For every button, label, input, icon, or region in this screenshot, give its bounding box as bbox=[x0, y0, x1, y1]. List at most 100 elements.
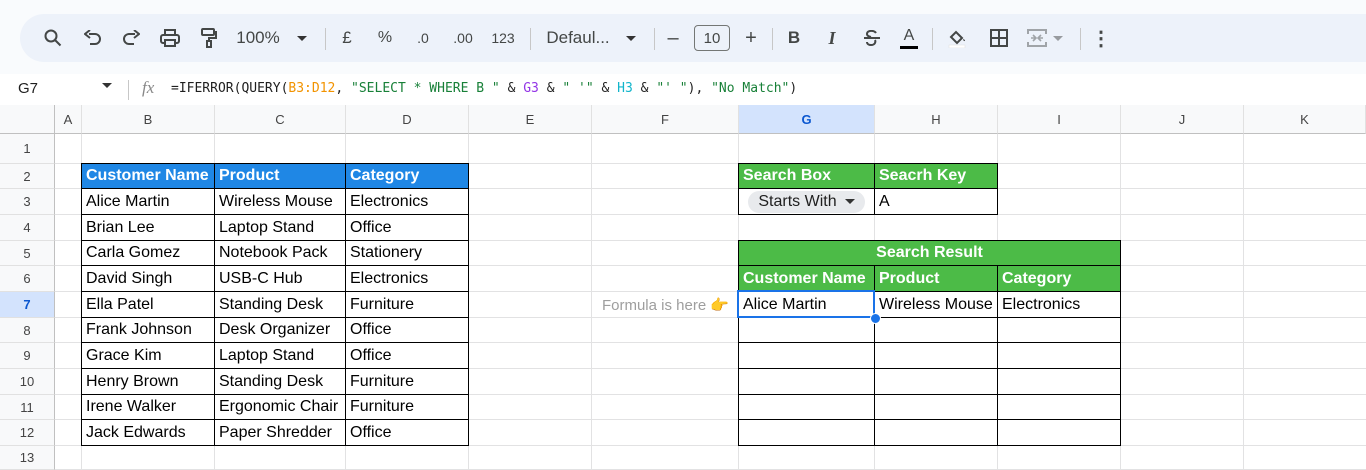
table-cell[interactable]: Office bbox=[345, 214, 469, 241]
column-header[interactable]: G bbox=[739, 105, 875, 134]
table-cell[interactable]: Jack Edwards bbox=[81, 419, 215, 446]
result-cell[interactable] bbox=[874, 394, 998, 420]
result-cell[interactable] bbox=[874, 419, 998, 446]
column-header[interactable]: F bbox=[592, 105, 739, 134]
zoom-dropdown-icon[interactable] bbox=[290, 14, 314, 62]
search-key-header[interactable]: Seacrh Key bbox=[874, 163, 998, 189]
search-key-cell[interactable]: A bbox=[874, 188, 998, 215]
result-cell[interactable]: Wireless Mouse bbox=[874, 291, 998, 318]
result-cell[interactable] bbox=[997, 368, 1121, 395]
result-cell[interactable] bbox=[997, 394, 1121, 420]
table-cell[interactable]: Office bbox=[345, 419, 469, 446]
table-cell[interactable]: Irene Walker bbox=[81, 394, 215, 420]
fill-handle[interactable] bbox=[870, 313, 881, 324]
fill-color-icon[interactable] bbox=[944, 14, 970, 62]
name-box[interactable]: G7 bbox=[18, 80, 38, 97]
column-header[interactable]: H bbox=[875, 105, 998, 134]
search-mode-dropdown[interactable]: Starts With bbox=[748, 190, 865, 213]
italic-button[interactable]: I bbox=[820, 14, 844, 62]
result-header-cell[interactable]: Product bbox=[874, 265, 998, 292]
table-cell[interactable]: Laptop Stand bbox=[214, 214, 346, 241]
row-header[interactable]: 3 bbox=[0, 189, 55, 215]
text-color-button[interactable]: A bbox=[896, 14, 922, 62]
row-header[interactable]: 8 bbox=[0, 318, 55, 343]
print-icon[interactable] bbox=[156, 14, 184, 62]
result-header-cell[interactable]: Category bbox=[997, 265, 1121, 292]
increase-font-size-button[interactable]: + bbox=[740, 14, 762, 62]
row-header[interactable]: 1 bbox=[0, 134, 55, 164]
more-formats-button[interactable]: 123 bbox=[488, 14, 518, 62]
table-cell[interactable]: USB-C Hub bbox=[214, 265, 346, 292]
row-header[interactable]: 13 bbox=[0, 446, 55, 470]
column-header[interactable]: I bbox=[998, 105, 1121, 134]
undo-icon[interactable] bbox=[80, 14, 106, 62]
column-header[interactable]: E bbox=[469, 105, 592, 134]
table-cell[interactable]: David Singh bbox=[81, 265, 215, 292]
table-cell[interactable]: Electronics bbox=[345, 188, 469, 215]
row-header[interactable]: 7 bbox=[0, 292, 55, 318]
row-header[interactable]: 10 bbox=[0, 369, 55, 395]
spreadsheet-grid[interactable]: A B C D E F G H I J K 1 2 3 4 5 6 7 8 9 10 11 12 13 Customer Nam… bbox=[0, 105, 1366, 470]
select-all-corner[interactable] bbox=[0, 105, 55, 134]
currency-format-button[interactable]: £ bbox=[336, 14, 358, 62]
decrease-decimal-button[interactable]: .0 bbox=[410, 14, 436, 62]
result-cell[interactable] bbox=[738, 394, 875, 420]
column-header[interactable]: J bbox=[1121, 105, 1244, 134]
result-cell[interactable] bbox=[738, 368, 875, 395]
row-header[interactable]: 5 bbox=[0, 241, 55, 266]
font-dropdown-icon[interactable] bbox=[620, 14, 642, 62]
row-header[interactable]: 6 bbox=[0, 266, 55, 292]
table-header-cell[interactable]: Product bbox=[214, 163, 346, 189]
table-cell[interactable]: Standing Desk bbox=[214, 368, 346, 395]
strikethrough-icon[interactable] bbox=[860, 14, 884, 62]
result-header-cell[interactable]: Customer Name bbox=[738, 265, 875, 292]
table-header-cell[interactable]: Category bbox=[345, 163, 469, 189]
search-result-title[interactable]: Search Result bbox=[738, 240, 1121, 266]
table-cell[interactable]: Office bbox=[345, 342, 469, 369]
result-cell[interactable] bbox=[874, 368, 998, 395]
table-cell[interactable]: Office bbox=[345, 317, 469, 343]
result-cell[interactable] bbox=[738, 342, 875, 369]
row-header[interactable]: 2 bbox=[0, 164, 55, 189]
row-header[interactable]: 9 bbox=[0, 343, 55, 369]
table-cell[interactable]: Grace Kim bbox=[81, 342, 215, 369]
bold-button[interactable]: B bbox=[782, 14, 806, 62]
table-cell[interactable]: Alice Martin bbox=[81, 188, 215, 215]
search-mode-cell[interactable]: Starts With bbox=[738, 188, 875, 215]
row-header[interactable]: 4 bbox=[0, 215, 55, 241]
decrease-font-size-button[interactable]: – bbox=[662, 14, 684, 62]
result-cell[interactable] bbox=[738, 317, 875, 343]
table-cell[interactable]: Frank Johnson bbox=[81, 317, 215, 343]
table-cell[interactable]: Furniture bbox=[345, 394, 469, 420]
table-cell[interactable]: Carla Gomez bbox=[81, 240, 215, 266]
more-options-icon[interactable]: ⋮ bbox=[1090, 14, 1112, 62]
result-cell[interactable] bbox=[997, 419, 1121, 446]
font-family-select[interactable]: Defaul... bbox=[540, 14, 616, 62]
search-box-header[interactable]: Search Box bbox=[738, 163, 875, 189]
result-cell[interactable] bbox=[874, 317, 998, 343]
table-cell[interactable]: Brian Lee bbox=[81, 214, 215, 241]
result-cell[interactable] bbox=[874, 342, 998, 369]
borders-icon[interactable] bbox=[986, 14, 1012, 62]
table-cell[interactable]: Ella Patel bbox=[81, 291, 215, 318]
result-cell[interactable] bbox=[997, 317, 1121, 343]
column-header[interactable]: C bbox=[215, 105, 346, 134]
table-cell[interactable]: Electronics bbox=[345, 265, 469, 292]
table-cell[interactable]: Ergonomic Chair bbox=[214, 394, 346, 420]
result-cell[interactable] bbox=[997, 342, 1121, 369]
table-cell[interactable]: Laptop Stand bbox=[214, 342, 346, 369]
formula-input[interactable]: =IFERROR(QUERY(B3:D12, "SELECT * WHERE B… bbox=[171, 81, 797, 96]
table-cell[interactable]: Furniture bbox=[345, 368, 469, 395]
merge-cells-icon[interactable] bbox=[1020, 14, 1070, 62]
redo-icon[interactable] bbox=[118, 14, 144, 62]
paint-format-icon[interactable] bbox=[196, 14, 222, 62]
table-cell[interactable]: Notebook Pack bbox=[214, 240, 346, 266]
row-header[interactable]: 12 bbox=[0, 420, 55, 446]
search-icon[interactable] bbox=[40, 14, 66, 62]
table-cell[interactable]: Paper Shredder bbox=[214, 419, 346, 446]
result-cell[interactable]: Electronics bbox=[997, 291, 1121, 318]
table-cell[interactable]: Desk Organizer bbox=[214, 317, 346, 343]
table-cell[interactable]: Stationery bbox=[345, 240, 469, 266]
result-cell[interactable] bbox=[738, 419, 875, 446]
table-cell[interactable]: Standing Desk bbox=[214, 291, 346, 318]
